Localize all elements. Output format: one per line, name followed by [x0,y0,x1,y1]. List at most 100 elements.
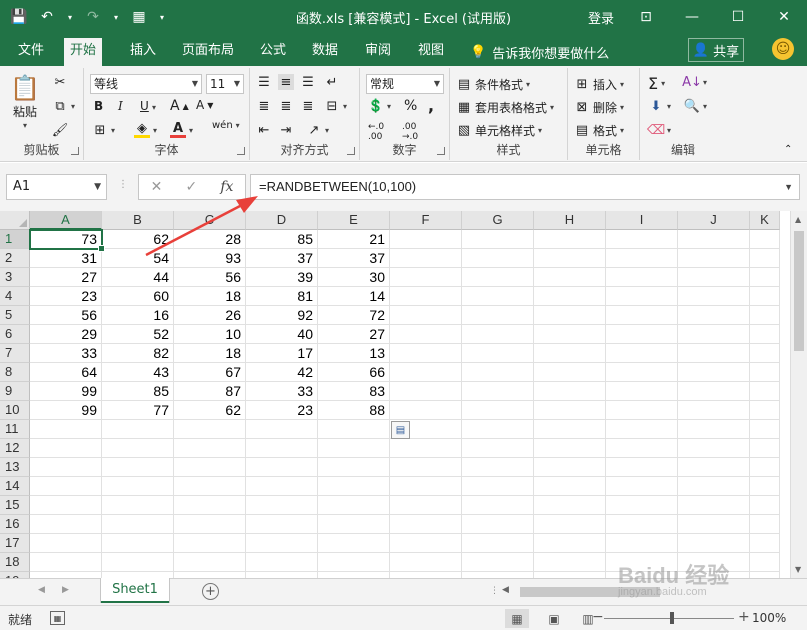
minimize-icon[interactable]: — [669,0,715,34]
cell-g6[interactable] [462,325,534,344]
bold-button[interactable]: B [94,99,103,113]
cell-d12[interactable] [246,439,318,458]
cell-e8[interactable]: 66 [318,363,390,382]
cell-f6[interactable] [390,325,462,344]
cell-c5[interactable]: 26 [174,306,246,325]
cell-e10[interactable]: 88 [318,401,390,420]
cell-e5[interactable]: 72 [318,306,390,325]
cell-i2[interactable] [606,249,678,268]
cell-b4[interactable]: 60 [102,287,174,306]
row-header-12[interactable]: 12 [0,439,30,458]
cell-g1[interactable] [462,230,534,249]
cell-j16[interactable] [678,515,750,534]
cell-a17[interactable] [30,534,102,553]
cell-b15[interactable] [102,496,174,515]
cell-f15[interactable] [390,496,462,515]
cell-e13[interactable] [318,458,390,477]
cell-f9[interactable] [390,382,462,401]
row-header-3[interactable]: 3 [0,268,30,287]
increase-indent-button[interactable]: ⇥ [278,122,294,138]
cell-k11[interactable] [750,420,780,439]
login-link[interactable]: 登录 [588,8,614,27]
align-center-button[interactable]: ≣ [278,98,294,114]
cell-styles-button[interactable]: ▧ 单元格样式 ▾ [456,122,542,139]
cell-h12[interactable] [534,439,606,458]
tab-data[interactable]: 数据 [306,40,344,66]
tell-me-box[interactable]: 💡 告诉我你想要做什么 [470,43,609,62]
clear-button[interactable]: ⌫ ▾ [647,122,671,138]
cell-e2[interactable]: 37 [318,249,390,268]
cell-g7[interactable] [462,344,534,363]
cell-g13[interactable] [462,458,534,477]
cell-a2[interactable]: 31 [30,249,102,268]
cell-j15[interactable] [678,496,750,515]
cell-e15[interactable] [318,496,390,515]
number-launcher-icon[interactable] [437,147,445,155]
cell-a5[interactable]: 56 [30,306,102,325]
align-left-button[interactable]: ≣ [256,98,272,114]
cell-i12[interactable] [606,439,678,458]
cell-k1[interactable] [750,230,780,249]
cell-j14[interactable] [678,477,750,496]
add-sheet-button[interactable]: + [202,583,219,600]
alignment-launcher-icon[interactable] [347,147,355,155]
cell-h9[interactable] [534,382,606,401]
cell-g10[interactable] [462,401,534,420]
cell-b8[interactable]: 43 [102,363,174,382]
cell-h4[interactable] [534,287,606,306]
clipboard-launcher-icon[interactable] [71,147,79,155]
row-header-1[interactable]: 1 [0,230,30,249]
cell-c11[interactable] [174,420,246,439]
comma-button[interactable]: , [428,96,434,115]
delete-cells-button[interactable]: ⊠ 删除 ▾ [574,99,624,116]
formula-input[interactable]: =RANDBETWEEN(10,100) ▼ [250,174,800,200]
font-size-combo[interactable]: 11 ▼ [206,74,244,94]
cell-j5[interactable] [678,306,750,325]
share-button[interactable]: 👤 共享 [688,38,744,62]
normal-view-icon[interactable]: ▦ [505,609,529,628]
column-header-h[interactable]: H [534,211,606,230]
cell-i17[interactable] [606,534,678,553]
column-header-f[interactable]: F [390,211,462,230]
cell-d1[interactable]: 85 [246,230,318,249]
format-cells-button[interactable]: ▤ 格式 ▾ [574,122,624,139]
maximize-icon[interactable]: ☐ [715,0,761,34]
fill-color-button[interactable]: ◈ ▾ [134,121,157,138]
cell-h8[interactable] [534,363,606,382]
cell-j11[interactable] [678,420,750,439]
cell-g12[interactable] [462,439,534,458]
cell-k4[interactable] [750,287,780,306]
cell-b6[interactable]: 52 [102,325,174,344]
cell-j12[interactable] [678,439,750,458]
cell-b7[interactable]: 82 [102,344,174,363]
cell-f13[interactable] [390,458,462,477]
cell-i13[interactable] [606,458,678,477]
cell-b11[interactable] [102,420,174,439]
find-select-button[interactable]: 🔍 ▾ [684,98,707,114]
cell-c12[interactable] [174,439,246,458]
cell-c6[interactable]: 10 [174,325,246,344]
cell-f4[interactable] [390,287,462,306]
cell-c16[interactable] [174,515,246,534]
cell-d17[interactable] [246,534,318,553]
cell-f5[interactable] [390,306,462,325]
row-header-16[interactable]: 16 [0,515,30,534]
vertical-scrollbar[interactable]: ▲ ▼ [790,211,807,578]
cell-d2[interactable]: 37 [246,249,318,268]
decrease-decimal-button[interactable]: .00 →.0 [402,122,418,142]
cell-k9[interactable] [750,382,780,401]
cell-f17[interactable] [390,534,462,553]
italic-button[interactable]: I [118,99,123,113]
cell-c3[interactable]: 56 [174,268,246,287]
cell-a13[interactable] [30,458,102,477]
column-header-c[interactable]: C [174,211,246,230]
format-painter-button[interactable]: 🖌 [52,122,69,138]
prev-sheet-icon[interactable]: ◀ [38,585,45,595]
cell-e7[interactable]: 13 [318,344,390,363]
row-header-13[interactable]: 13 [0,458,30,477]
cell-h15[interactable] [534,496,606,515]
cell-i9[interactable] [606,382,678,401]
accounting-format-button[interactable]: 💲 ▾ [368,98,391,114]
cell-h11[interactable] [534,420,606,439]
zoom-slider-thumb[interactable] [670,612,674,624]
